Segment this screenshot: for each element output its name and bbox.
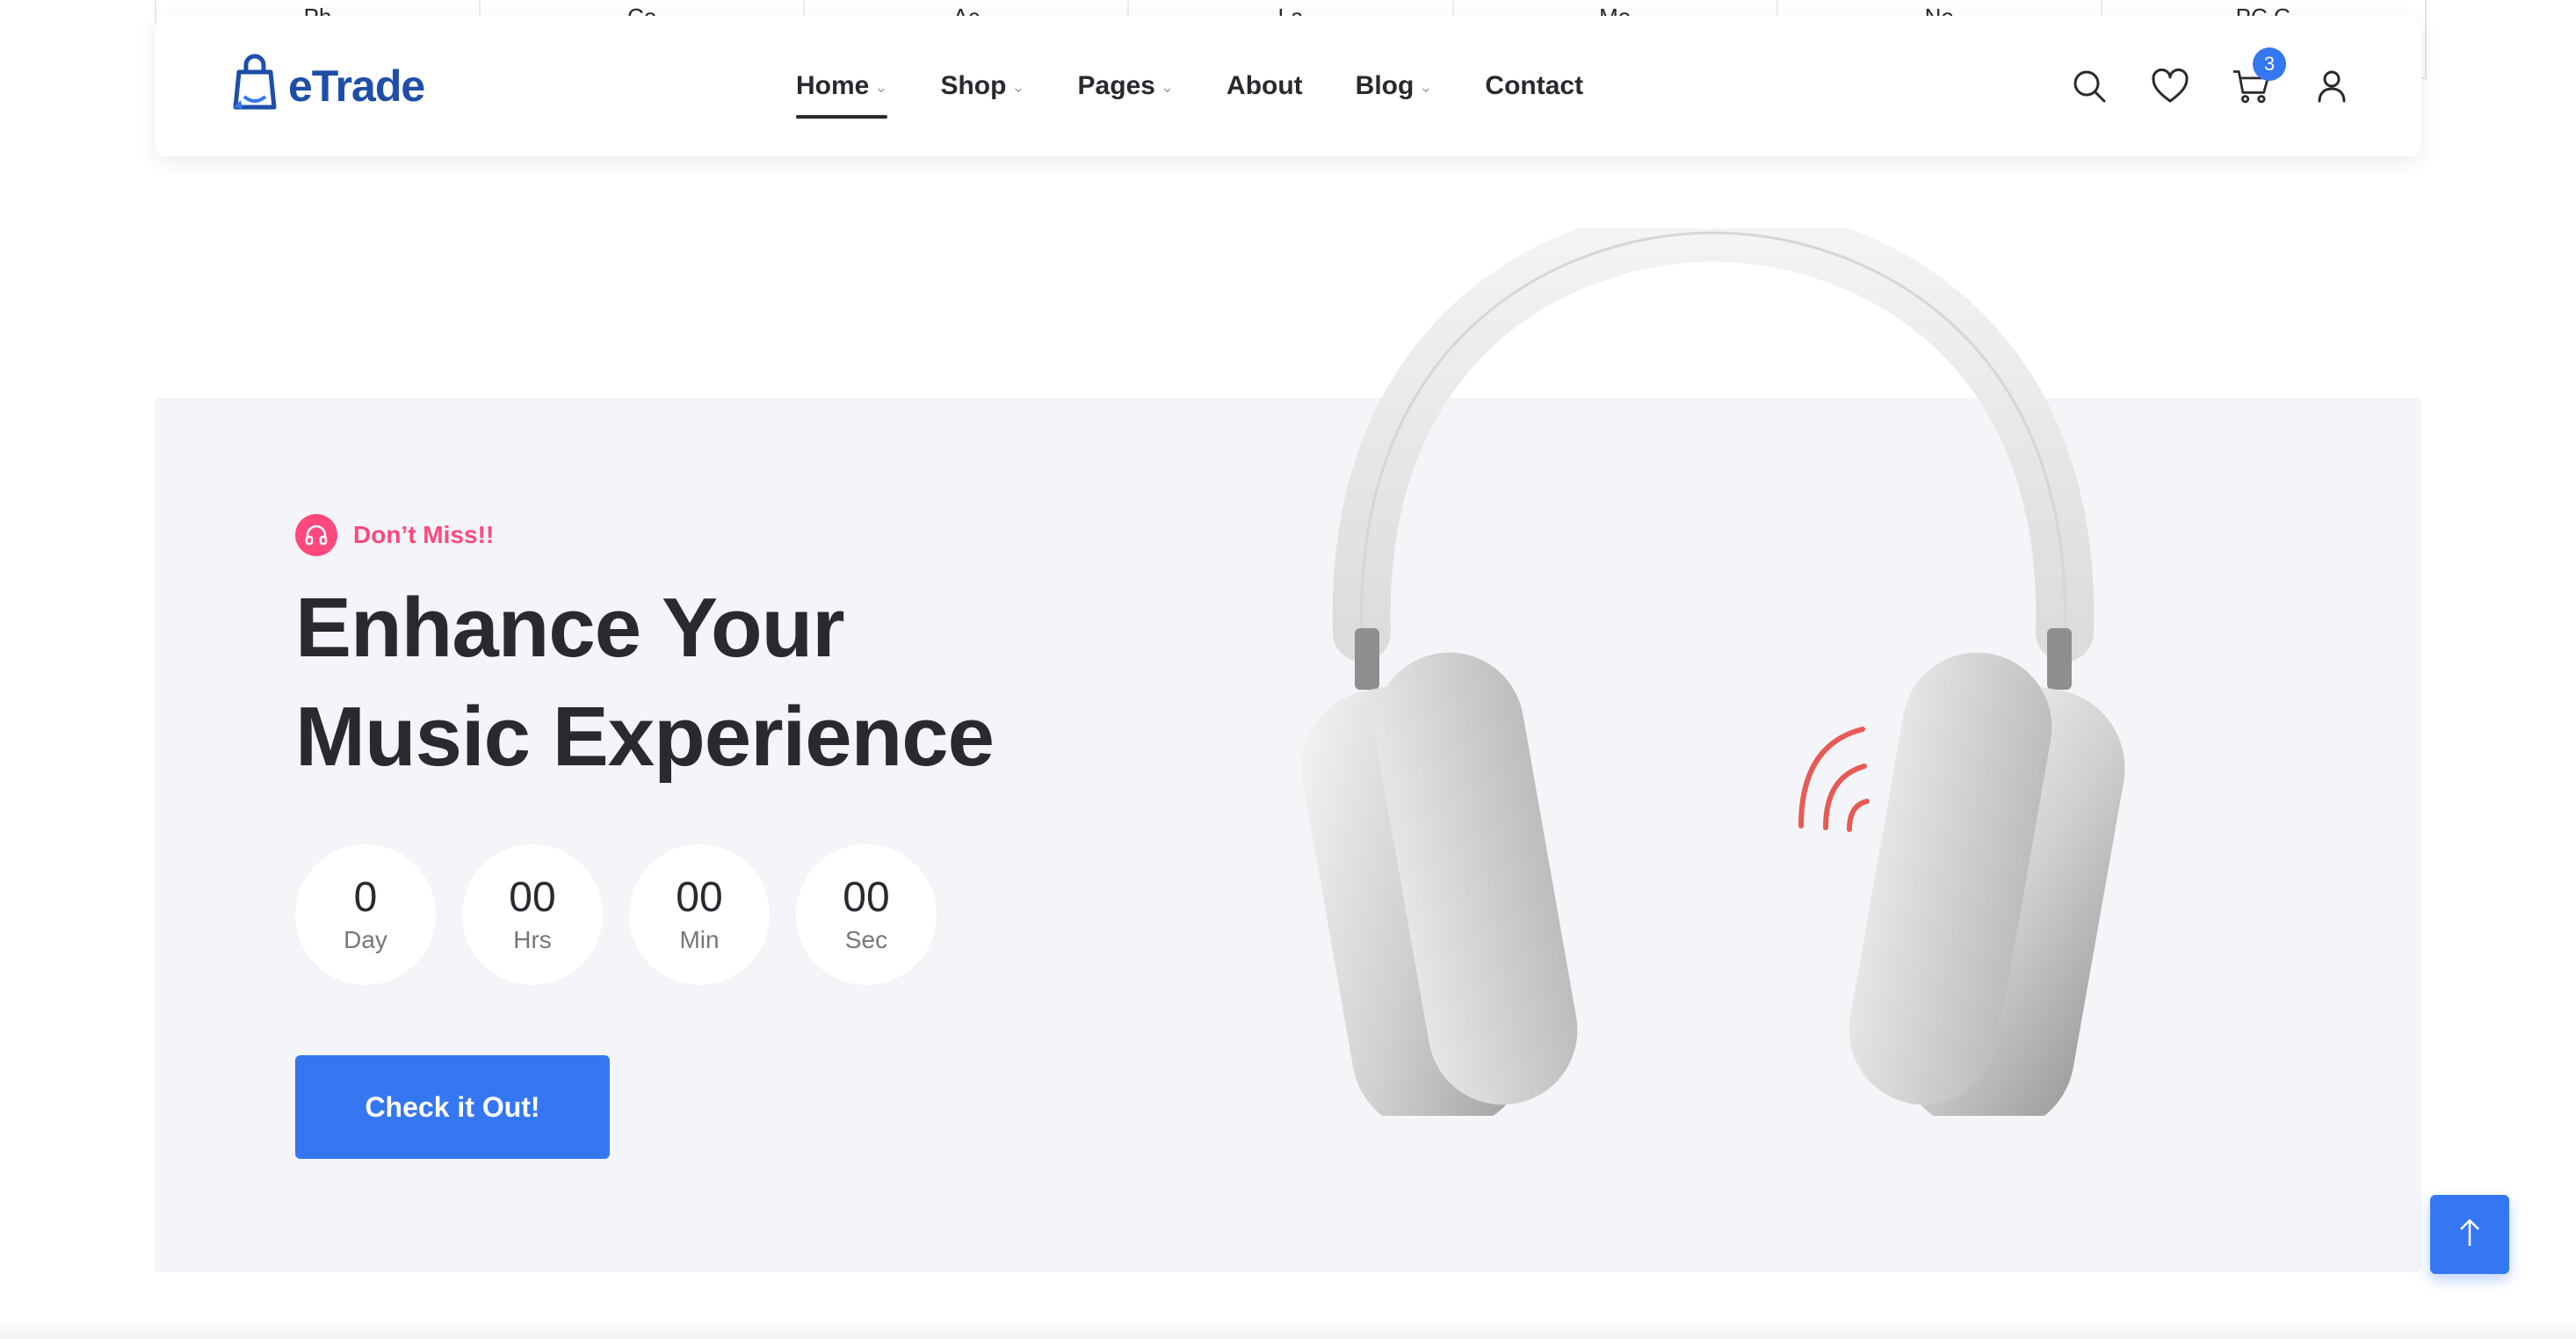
chevron-down-icon: ⌄	[1011, 77, 1025, 96]
countdown-minutes: 00 Min	[629, 844, 770, 985]
scroll-to-top-button[interactable]	[2430, 1195, 2509, 1274]
chevron-down-icon: ⌄	[874, 77, 888, 96]
check-it-out-button[interactable]: Check it Out!	[295, 1055, 610, 1159]
nav-blog[interactable]: Blog ⌄	[1356, 16, 1433, 156]
countdown-days: 0 Day	[295, 844, 436, 985]
cart-icon[interactable]: 3	[2232, 47, 2286, 105]
hero-headline-line: Enhance Your	[295, 581, 845, 675]
countdown-timer: 0 Day 00 Hrs 00 Min 00 Sec	[295, 844, 937, 985]
nav-pages[interactable]: Pages ⌄	[1078, 16, 1174, 156]
headphones-icon	[295, 514, 337, 556]
countdown-seconds: 00 Sec	[796, 844, 937, 985]
nav-shop[interactable]: Shop ⌄	[940, 16, 1024, 156]
shopping-bag-icon	[230, 53, 279, 119]
nav-about[interactable]: About	[1226, 16, 1303, 156]
heart-icon[interactable]	[2151, 67, 2189, 105]
logo[interactable]: eTrade	[230, 53, 425, 119]
hero-headline: Enhance Your Music Experience	[295, 574, 1174, 792]
main-nav: Home ⌄ Shop ⌄ Pages ⌄ About Blog ⌄ Contact	[796, 16, 1636, 156]
cart-count-badge: 3	[2253, 47, 2286, 81]
headphones-image	[1301, 228, 2125, 1116]
chevron-down-icon: ⌄	[1160, 77, 1175, 96]
nav-contact[interactable]: Contact	[1485, 16, 1583, 156]
header-actions: 3	[2070, 16, 2351, 156]
promo-tag-text: Don’t Miss!!	[353, 521, 495, 548]
site-header: eTrade Home ⌄ Shop ⌄ Pages ⌄ About Blog ⌄ Co…	[155, 16, 2421, 156]
search-icon[interactable]	[2070, 67, 2109, 105]
user-icon[interactable]	[2312, 67, 2351, 105]
hero-headline-line: Music Experience	[295, 690, 995, 784]
sound-waves	[1798, 727, 1870, 832]
page-bottom-edge	[0, 1318, 2576, 1339]
promo-tag: Don’t Miss!!	[295, 514, 494, 556]
arrow-up-icon	[2458, 1218, 2481, 1252]
chevron-down-icon: ⌄	[1419, 77, 1433, 96]
countdown-hours: 00 Hrs	[462, 844, 603, 985]
logo-text: eTrade	[288, 61, 425, 111]
nav-home[interactable]: Home ⌄	[796, 16, 888, 156]
